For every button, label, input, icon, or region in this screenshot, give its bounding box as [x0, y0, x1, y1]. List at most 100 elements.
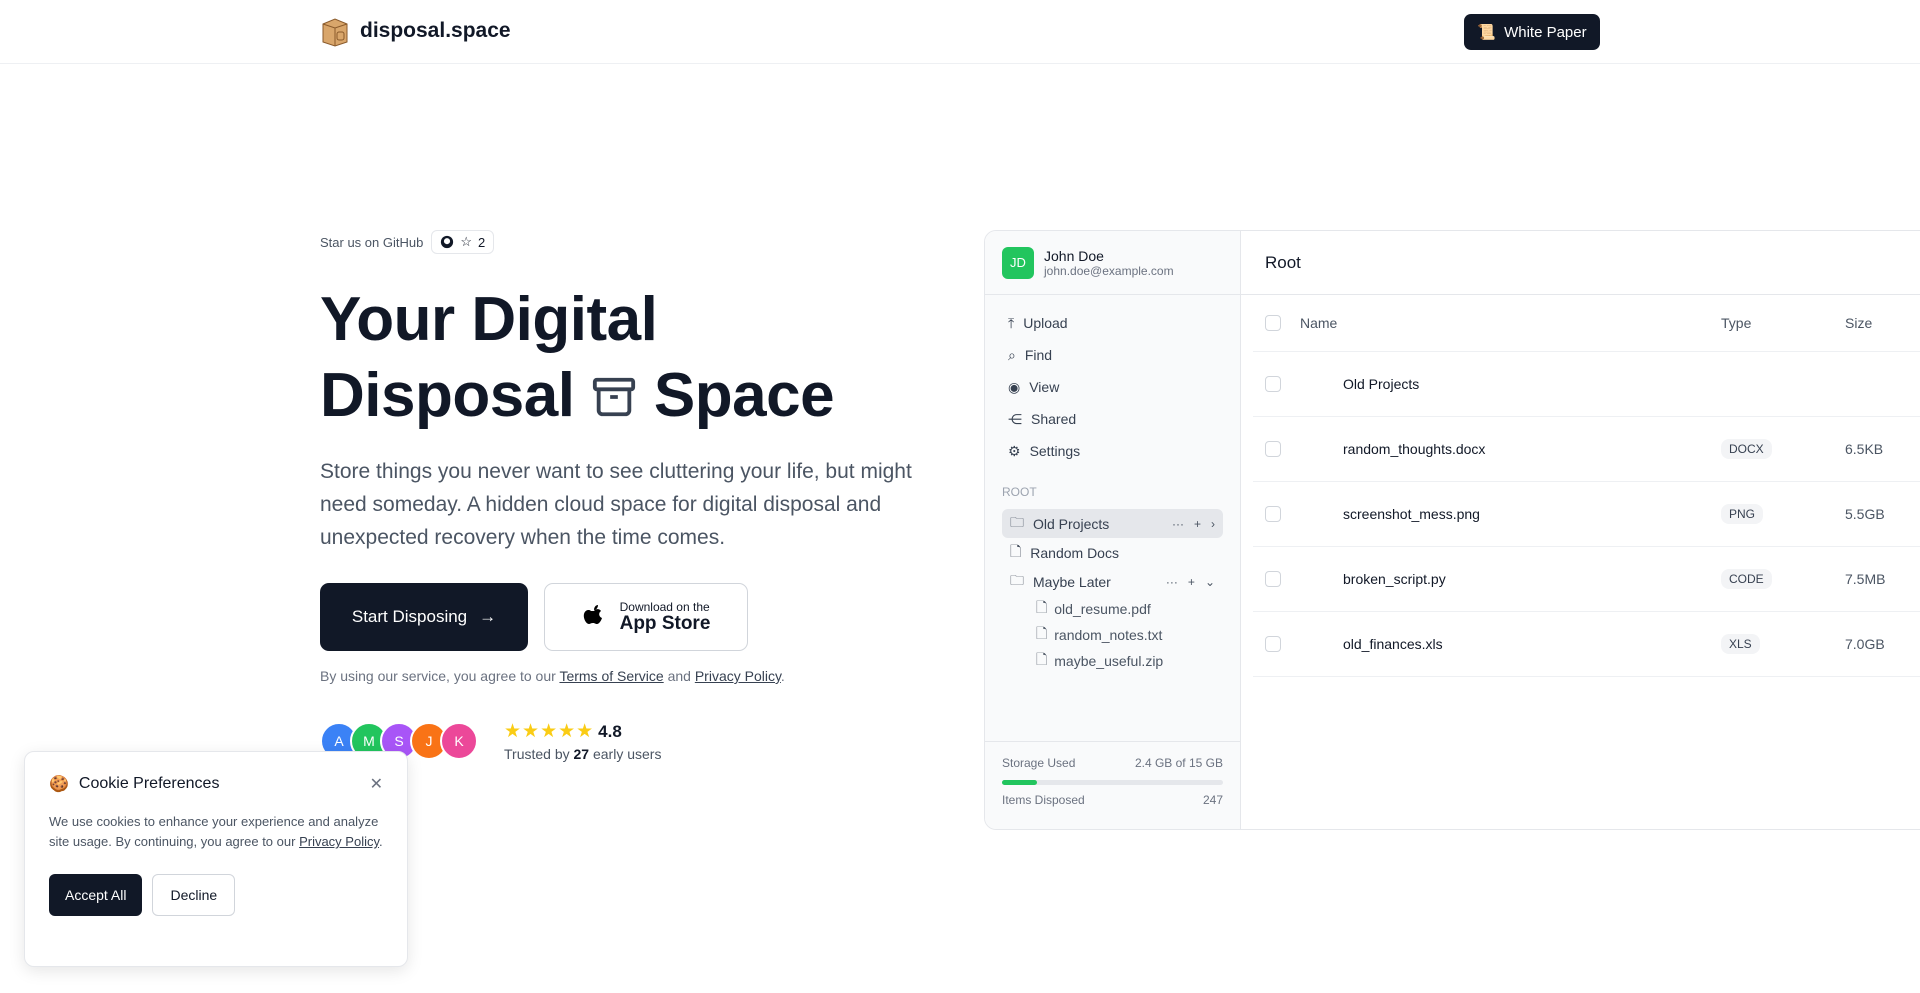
app-small-label: Download on the	[619, 600, 710, 614]
row-checkbox[interactable]	[1265, 506, 1281, 522]
start-disposing-button[interactable]: Start Disposing →	[320, 583, 528, 651]
plus-icon[interactable]: +	[1194, 517, 1201, 531]
tree-child[interactable]: 🗋 old_resume.pdf	[1002, 596, 1223, 622]
row-checkbox[interactable]	[1265, 376, 1281, 392]
more-icon[interactable]: ···	[1172, 517, 1184, 531]
arrow-right-icon: →	[479, 607, 497, 626]
privacy-link[interactable]: Privacy Policy	[695, 668, 781, 684]
user-name: John Doe	[1044, 247, 1104, 264]
cookie-title: Cookie Preferences	[78, 775, 220, 792]
table-row[interactable]: Old Projects	[1253, 352, 1920, 417]
chevron-right-icon[interactable]: ›	[1211, 517, 1215, 531]
col-size[interactable]: Size	[1845, 315, 1872, 331]
nav-view[interactable]: ◉ View	[1002, 371, 1223, 403]
trusted-prefix: Trusted by	[504, 746, 570, 762]
start-label: Start Disposing	[351, 607, 468, 626]
row-checkbox[interactable]	[1265, 441, 1281, 457]
white-paper-button[interactable]: 📜 White Paper	[1464, 14, 1600, 50]
col-type[interactable]: Type	[1721, 315, 1751, 331]
type-badge: DOCX	[1721, 439, 1772, 459]
file-name: broken_script.py	[1343, 571, 1446, 587]
table-row[interactable]: old_finances.xls XLS 7.0GB	[1253, 612, 1920, 677]
file-size: 7.0GB	[1845, 636, 1885, 652]
upload-icon: ⤒	[1008, 314, 1015, 331]
row-checkbox[interactable]	[1265, 636, 1281, 652]
tree-item-maybe-later[interactable]: 🗀 Maybe Later ··· + ⌄	[1002, 567, 1223, 596]
tree-child[interactable]: 🗋 random_notes.txt	[1002, 622, 1223, 648]
avatar: JD	[1002, 246, 1034, 279]
accept-all-button[interactable]: Accept All	[49, 874, 143, 916]
title-word-space: Space	[653, 361, 835, 430]
plus-icon[interactable]: +	[1188, 575, 1195, 589]
file-size: 6.5KB	[1845, 441, 1884, 457]
file-name: random_thoughts.docx	[1343, 441, 1486, 457]
app-store-button[interactable]: Download on the App Store	[544, 583, 748, 651]
child-label: old_resume.pdf	[1054, 601, 1151, 617]
tree-label: Random Docs	[1030, 544, 1119, 561]
user-email: john.doe@example.com	[1044, 263, 1174, 278]
row-checkbox[interactable]	[1265, 571, 1281, 587]
user-profile[interactable]: JD John Doe john.doe@example.com	[985, 231, 1240, 295]
cookie-dialog: 🍪 Cookie Preferences ✕ We use cookies to e…	[24, 751, 408, 967]
box-logo-icon	[322, 18, 348, 47]
col-name[interactable]: Name	[1300, 315, 1337, 331]
select-all-checkbox[interactable]	[1265, 315, 1281, 331]
archive-icon	[593, 377, 636, 417]
nav-find[interactable]: ⌕ Find	[1002, 339, 1223, 371]
more-icon[interactable]: ···	[1166, 575, 1178, 589]
decline-button[interactable]: Decline	[152, 874, 236, 916]
child-label: maybe_useful.zip	[1054, 653, 1164, 669]
app-big-label: App Store	[619, 613, 711, 634]
terms-suffix: .	[780, 668, 785, 684]
chevron-down-icon[interactable]: ⌄	[1205, 575, 1215, 589]
file-name: old_finances.xls	[1343, 636, 1443, 652]
table-row[interactable]: random_thoughts.docx DOCX 6.5KB	[1253, 417, 1920, 482]
close-icon[interactable]: ✕	[370, 774, 383, 794]
search-icon: ⌕	[1008, 346, 1016, 363]
current-folder-title: Root	[1241, 231, 1920, 295]
folder-icon: 🗀	[1010, 571, 1024, 588]
file-size: 5.5GB	[1845, 506, 1885, 522]
eye-icon: ◉	[1008, 378, 1021, 395]
type-badge: XLS	[1721, 634, 1760, 654]
file-icon: 🗋	[1010, 542, 1022, 559]
white-paper-label: White Paper	[1504, 23, 1587, 41]
terms-link[interactable]: Terms of Service	[559, 668, 663, 684]
nav-label: Settings	[1029, 443, 1081, 459]
table-row[interactable]: broken_script.py CODE 7.5MB	[1253, 547, 1920, 612]
tree-item-random-docs[interactable]: 🗋 Random Docs	[1002, 538, 1223, 567]
folder-icon: 🗀	[1010, 513, 1024, 530]
hero-subtitle: Store things you never want to see clutt…	[320, 460, 912, 549]
apple-icon	[583, 605, 602, 624]
file-table: Name Type Size Old Projects random_though…	[1253, 295, 1920, 677]
table-row[interactable]: screenshot_mess.png PNG 5.5GB	[1253, 482, 1920, 547]
nav-upload[interactable]: ⤒ Upload	[1002, 307, 1223, 339]
trusted-count: 27	[573, 746, 590, 762]
rating-block: ★★★★★ 4.8 Trusted by 27 early users	[504, 720, 661, 762]
brand-logo[interactable]: disposal.space	[320, 15, 511, 47]
terms-and: and	[667, 668, 691, 684]
gear-icon: ⚙	[1008, 442, 1021, 459]
file-size: 7.5MB	[1845, 571, 1886, 587]
items-value: 247	[1202, 793, 1223, 807]
share-icon: ⋲	[1008, 410, 1022, 427]
tree-child[interactable]: 🗋 maybe_useful.zip	[1002, 648, 1223, 674]
star-rating-icons: ★★★★★	[504, 721, 595, 742]
cookie-privacy-link[interactable]: Privacy Policy	[299, 834, 379, 849]
title-word-disposal: Disposal	[320, 361, 575, 430]
storage-progress-bar	[1002, 780, 1223, 785]
storage-progress-fill	[1002, 780, 1038, 785]
tree-item-old-projects[interactable]: 🗀 Old Projects ··· + ›	[1002, 509, 1223, 538]
github-label: Star us on GitHub	[320, 234, 424, 250]
avatar: K	[440, 722, 478, 760]
nav-shared[interactable]: ⋲ Shared	[1002, 403, 1223, 435]
app-preview: JD John Doe john.doe@example.com ⤒ Upload …	[984, 230, 1920, 830]
cookie-text: We use cookies to enhance your experienc…	[49, 814, 383, 849]
storage-label: Storage Used	[1002, 756, 1076, 770]
brand-name: disposal.space	[360, 19, 511, 42]
trusted-suffix: early users	[592, 746, 662, 762]
title-line1: Your Digital	[320, 285, 658, 354]
nav-settings[interactable]: ⚙ Settings	[1002, 435, 1223, 467]
items-label: Items Disposed	[1002, 793, 1085, 807]
github-star-button[interactable]: ☆ 2	[431, 230, 495, 254]
